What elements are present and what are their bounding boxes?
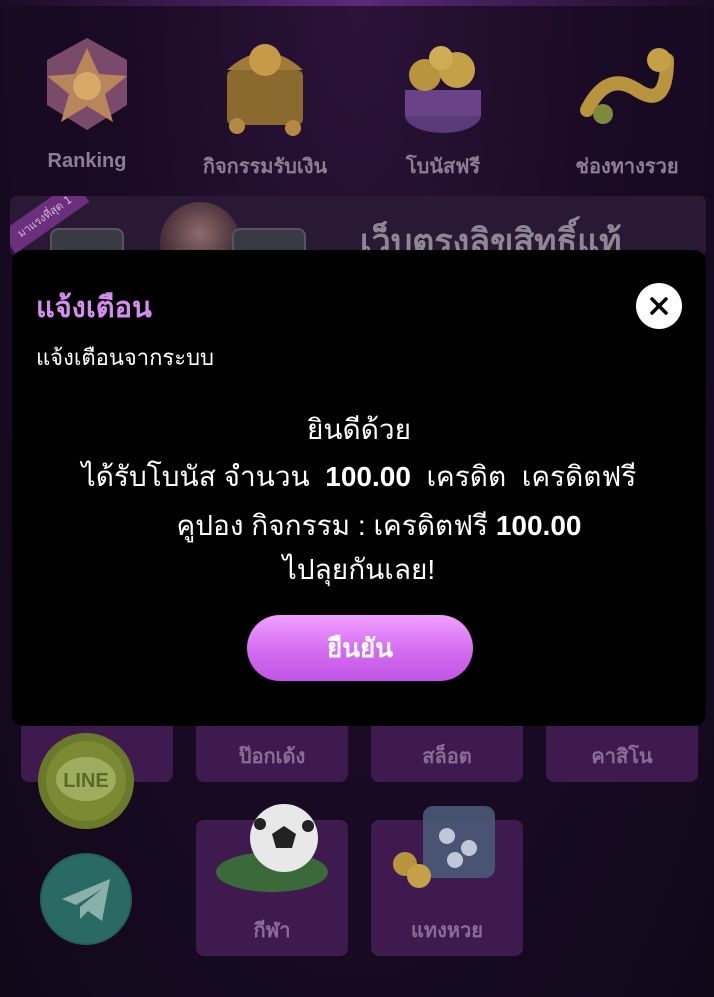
- banner-model-image: [160, 202, 240, 256]
- game-tile-label: สล็อต: [422, 746, 472, 768]
- gold-pot-icon: [405, 46, 481, 133]
- line-label: LINE: [63, 770, 109, 792]
- dialog-subtitle: แจ้งเตือนจากระบบ: [36, 345, 214, 370]
- game-tile-label: แทงหวย: [411, 920, 483, 942]
- menu-item-label: กิจกรรมรับเงิน: [202, 156, 328, 178]
- app-page: Ranking กิจกรรมรับเงิน โบนัสฟรี ช่องทางร…: [0, 0, 714, 997]
- coupon-prefix-text: คูปอง กิจกรรม :: [176, 510, 366, 541]
- game-tile-label: ป๊อกเด้ง: [238, 746, 306, 768]
- game-tile-label: กีฬา: [253, 920, 291, 942]
- game-tile-label: คาสิโน: [591, 746, 653, 768]
- gold-swirl-icon: [580, 48, 674, 124]
- close-icon: [650, 297, 668, 315]
- game-tile-sport[interactable]: กีฬา: [196, 804, 348, 956]
- bonus-suffix-text: เครดิตฟรี: [521, 461, 637, 492]
- line-chat-icon: LINE: [46, 741, 126, 821]
- top-bar: [0, 0, 714, 6]
- promo-banner[interactable]: มาแรงที่สุด 1 เว็บตรงลิขสิทธิ์แท้: [10, 196, 706, 256]
- message-line-3: คูปอง กิจกรรม : เครดิตฟรี 100.00: [12, 504, 706, 548]
- menu-item-label: Ranking: [47, 150, 127, 172]
- bonus-unit-text: เครดิต: [426, 461, 507, 492]
- coupon-type-text: เครดิตฟรี: [373, 510, 489, 541]
- menu-item-label: โบนัสฟรี: [405, 156, 481, 178]
- soccer-ball-icon: [216, 804, 328, 892]
- bonus-prefix-text: ได้รับโบนัส จำนวน: [81, 461, 310, 492]
- message-line-4: ไปลุยกันเลย!: [12, 548, 706, 592]
- menu-item-label: ช่องทางรวย: [575, 156, 679, 178]
- congrats-text: ยินดีด้วย: [306, 414, 412, 445]
- message-line-2: ได้รับโบนัส จำนวน 100.00 เครดิต เครดิตฟร…: [12, 455, 706, 499]
- dialog-title: แจ้งเตือน: [36, 292, 152, 324]
- line-button[interactable]: LINE: [38, 733, 134, 829]
- telegram-button[interactable]: [40, 853, 132, 945]
- close-button[interactable]: [636, 283, 682, 329]
- bonus-amount: 100.00: [325, 461, 411, 492]
- coupon-amount: 100.00: [495, 510, 582, 541]
- menu-item-free-bonus[interactable]: โบนัสฟรี: [368, 30, 518, 190]
- menu-item-rich-channel[interactable]: ช่องทางรวย: [552, 30, 702, 190]
- ranking-badge-icon: [47, 38, 127, 130]
- telegram-icon: [42, 855, 130, 943]
- lottery-machine-icon: [393, 806, 495, 888]
- menu-item-ranking[interactable]: Ranking: [12, 30, 162, 190]
- game-tile-lottery[interactable]: แทงหวย: [371, 806, 523, 956]
- message-line-1: ยินดีด้วย: [12, 408, 706, 452]
- treasure-chest-icon: [227, 44, 303, 136]
- alert-dialog: แจ้งเตือน แจ้งเตือนจากระบบ ยินดีด้วย ได้…: [12, 250, 706, 726]
- menu-item-activity[interactable]: กิจกรรมรับเงิน: [190, 30, 340, 190]
- cheer-text: ไปลุยกันเลย!: [282, 554, 436, 585]
- confirm-button[interactable]: ยืนยัน: [247, 615, 473, 681]
